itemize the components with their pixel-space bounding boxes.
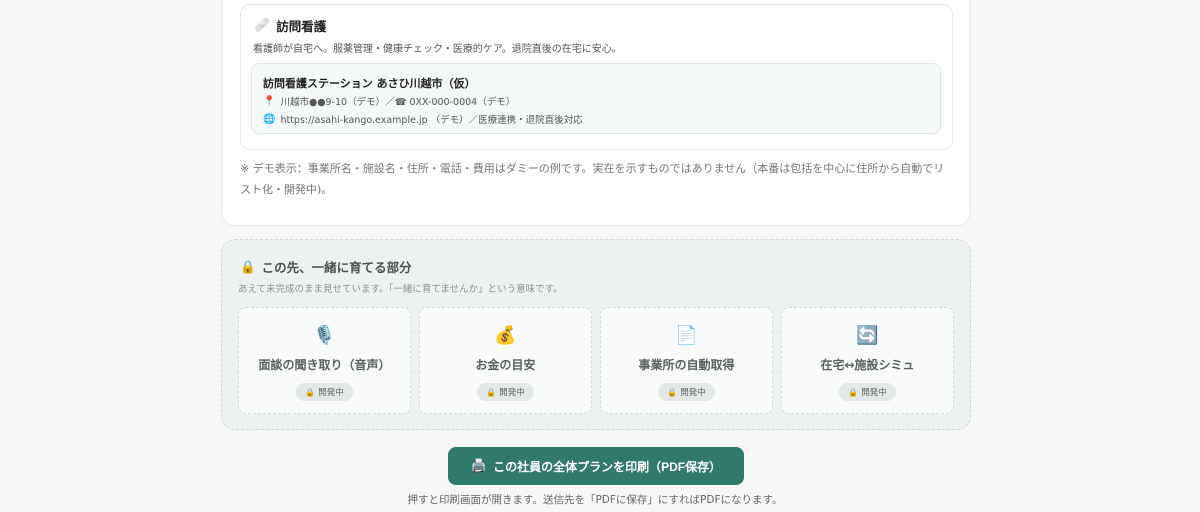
future-subtitle: あえて未完成のまま見せています。「一緒に育てませんか」という意味です。: [238, 284, 563, 295]
status-badge: 🔒 開発中: [296, 383, 353, 401]
lock-icon: 🔒: [486, 387, 497, 397]
lock-icon: 🔒: [667, 387, 678, 397]
feature-home-facility-sim: 🔄 在宅↔施設シミュ 🔒 開発中: [781, 307, 954, 414]
bandage-icon: 🩹: [254, 18, 271, 33]
globe-icon: 🌐: [263, 113, 276, 125]
page: 🩹 訪問看護 看護師が自宅へ。服薬管理・健康チェック・医療的ケア。退院直後の在宅…: [0, 0, 1200, 512]
document-icon: 📄: [675, 325, 698, 346]
service-title: 🩹 訪問看護: [254, 16, 326, 35]
lock-icon: 🔒: [240, 258, 256, 274]
status-badge-text: 開発中: [318, 388, 344, 398]
pin-icon: 📍: [263, 95, 276, 107]
facility-address-line: 📍 川越市●●9-10（デモ）／☎ 0XX-000-0004（デモ）: [263, 94, 516, 109]
feature-auto-fetch: 📄 事業所の自動取得 🔒 開発中: [600, 307, 773, 414]
lock-icon: 🔒: [848, 387, 859, 397]
printer-icon: 🖨️: [470, 458, 488, 473]
feature-cost-estimate: 💰 お金の目安 🔒 開発中: [419, 307, 592, 414]
facility-url[interactable]: https://asahi-kango.example.jp （デモ）／医療連携…: [280, 112, 582, 126]
feature-voice-interview: 🎙️ 面談の聞き取り（音声） 🔒 開発中: [238, 307, 411, 414]
status-badge-text: 開発中: [499, 388, 525, 398]
demo-disclaimer: ※ デモ表示：事業所名・施設名・住所・電話・費用はダミーの例です。実在を示すもの…: [240, 162, 945, 196]
future-title-text: この先、一緒に育てる部分: [261, 260, 412, 275]
facility-name: 訪問看護ステーション あさひ川越市（仮）: [263, 77, 476, 90]
print-button-label: この社員の全体プランを印刷（PDF保存）: [493, 459, 722, 474]
feature-label: 事業所の自動取得: [638, 358, 735, 372]
print-plan-button[interactable]: 🖨️ この社員の全体プランを印刷（PDF保存）: [448, 447, 744, 485]
print-hint: 押すと印刷画面が開きます。送信先を「PDFに保存」にすればPDFになります。: [407, 494, 783, 506]
service-description: 看護師が自宅へ。服薬管理・健康チェック・医療的ケア。退院直後の在宅に安心。: [253, 44, 622, 55]
status-badge-text: 開発中: [680, 388, 706, 398]
feature-label: 面談の聞き取り（音声）: [258, 358, 391, 372]
future-title: 🔒 この先、一緒に育てる部分: [240, 257, 412, 276]
money-bag-icon: 💰: [494, 325, 517, 346]
status-badge: 🔒 開発中: [477, 383, 534, 401]
status-badge: 🔒 開発中: [839, 383, 896, 401]
lock-icon: 🔒: [305, 387, 316, 397]
service-title-text: 訪問看護: [276, 19, 327, 34]
microphone-icon: 🎙️: [313, 325, 336, 346]
feature-label: 在宅↔施設シミュ: [820, 358, 915, 372]
facility-address: 川越市●●9-10（デモ）／☎ 0XX-000-0004（デモ）: [280, 97, 516, 108]
feature-label: お金の目安: [475, 358, 536, 372]
refresh-icon: 🔄: [856, 325, 879, 346]
status-badge-text: 開発中: [861, 388, 887, 398]
facility-url-line: 🌐 https://asahi-kango.example.jp （デモ）／医療…: [263, 112, 583, 127]
status-badge: 🔒 開発中: [658, 383, 715, 401]
